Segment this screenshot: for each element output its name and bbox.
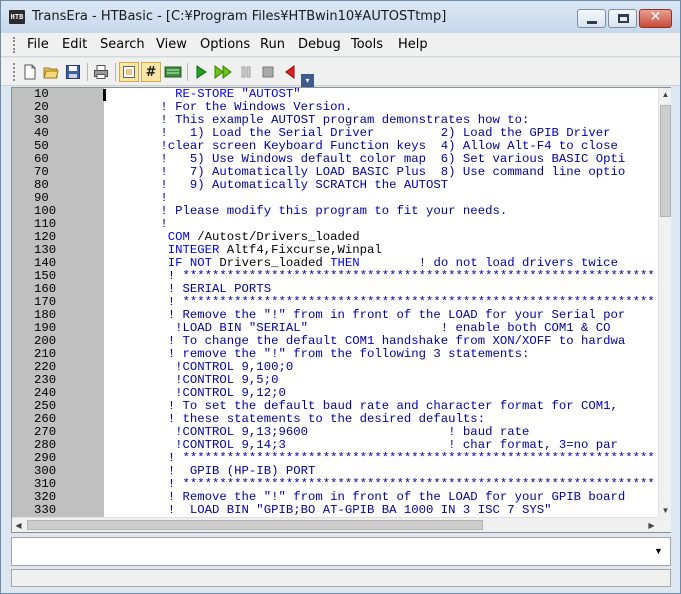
maximize-button[interactable] [608, 9, 637, 28]
horizontal-scrollbar[interactable]: ◀ ▶ [12, 517, 658, 532]
new-file-button[interactable] [20, 62, 40, 82]
stop-button[interactable] [258, 62, 278, 82]
code-line[interactable]: 290 ! **********************************… [12, 452, 658, 465]
menu-file[interactable]: File [27, 37, 49, 52]
code-line[interactable]: 210 ! remove the "!" from the following … [12, 348, 658, 361]
text-cursor [103, 89, 106, 101]
vertical-scrollbar[interactable]: ▲ ▼ [658, 88, 671, 517]
run-button[interactable] [191, 62, 211, 82]
code-text: ! 9) Automatically SCRATCH the AUTOST [153, 178, 449, 192]
save-button[interactable] [63, 62, 83, 82]
code-editor[interactable]: 10 RE-STORE "AUTOST" 20 ! For the Windows… [11, 87, 671, 533]
code-line[interactable]: 80 ! 9) Automatically SCRATCH the AUTOST [12, 179, 658, 192]
run-icon [196, 65, 207, 79]
toolbar-separator [87, 63, 88, 81]
command-input[interactable] [16, 544, 636, 560]
window-title: TransEra - HTBasic - [C:¥Program Files¥H… [32, 9, 447, 24]
app-window: HTB TransEra - HTBasic - [C:¥Program Fil… [0, 0, 681, 594]
menu-grip-handle[interactable] [13, 37, 16, 53]
open-folder-icon [43, 67, 59, 79]
save-disk-icon [66, 65, 80, 79]
toolbar-separator [187, 63, 188, 81]
code-area[interactable]: 10 RE-STORE "AUTOST" 20 ! For the Windows… [12, 88, 658, 517]
code-rest: /Autost/Drivers_loaded [189, 230, 360, 244]
scroll-left-arrow-icon[interactable]: ◀ [12, 518, 25, 533]
print-button[interactable] [91, 62, 111, 82]
keyboard-button[interactable] [163, 62, 183, 82]
menu-edit[interactable]: Edit [62, 37, 87, 52]
toolbar-overflow-chevron-icon[interactable]: ▾ [301, 74, 314, 87]
code-keyword: COM [167, 230, 190, 244]
print-icon [94, 65, 108, 79]
menu-search[interactable]: Search [100, 37, 145, 52]
code-rest: Altf4,Fixcurse,Winpal [219, 243, 382, 257]
close-icon: ✕ [649, 9, 662, 25]
open-button[interactable] [41, 62, 61, 82]
menu-help[interactable]: Help [398, 37, 428, 52]
line-numbers-icon: # [145, 64, 157, 80]
pause-icon [241, 66, 251, 78]
maximize-icon [618, 14, 629, 23]
code-line[interactable]: 150 ! **********************************… [12, 270, 658, 283]
continue-button[interactable] [213, 62, 233, 82]
title-bar[interactable]: HTB TransEra - HTBasic - [C:¥Program Fil… [1, 1, 680, 33]
toolbar-grip-handle[interactable] [13, 63, 16, 81]
new-file-icon [24, 64, 36, 80]
vertical-scroll-thumb[interactable] [660, 105, 671, 217]
minimize-icon [587, 21, 597, 24]
continue-icon [214, 65, 232, 79]
menu-view[interactable]: View [156, 37, 187, 52]
menu-debug[interactable]: Debug [298, 37, 341, 52]
scroll-up-arrow-icon[interactable]: ▲ [659, 88, 672, 101]
code-line[interactable]: 220 !CONTROL 9,100;0 [12, 361, 658, 374]
edit-mode-button[interactable] [119, 62, 139, 82]
code-text: ! LOAD BIN "GPIB;BO AT-GPIB BA 1000 IN 3… [153, 503, 552, 517]
edit-mode-icon [123, 66, 135, 78]
stop-icon [262, 66, 274, 78]
app-logo-icon[interactable]: HTB [9, 10, 25, 24]
command-line[interactable]: ▼ [11, 537, 671, 566]
toolbar: # ▾ [1, 58, 680, 87]
code-line[interactable]: 100 ! Please modify this program to fit … [12, 205, 658, 218]
horizontal-scroll-thumb[interactable] [27, 520, 483, 530]
line-number: 330 [34, 503, 57, 517]
menu-run[interactable]: Run [260, 37, 285, 52]
scroll-down-arrow-icon[interactable]: ▼ [659, 504, 672, 517]
step-back-icon [285, 65, 295, 79]
status-bar [11, 569, 671, 587]
menu-tools[interactable]: Tools [351, 37, 383, 52]
line-numbers-button[interactable]: # [141, 62, 161, 82]
pause-button[interactable] [236, 62, 256, 82]
code-line[interactable]: 330 ! LOAD BIN "GPIB;BO AT-GPIB BA 1000 … [12, 504, 658, 517]
code-keyword: INTEGER [167, 243, 220, 257]
scroll-right-arrow-icon[interactable]: ▶ [645, 518, 658, 533]
scrollbar-corner [658, 517, 671, 532]
code-line[interactable]: 230 !CONTROL 9,5;0 [12, 374, 658, 387]
minimize-button[interactable] [577, 9, 606, 28]
toolbar-separator [115, 63, 116, 81]
menu-bar: File Edit Search View Options Run Debug … [1, 33, 680, 57]
close-button[interactable]: ✕ [639, 9, 672, 28]
keyboard-icon [164, 66, 182, 78]
step-back-button[interactable] [280, 62, 300, 82]
code-text: ! Please modify this program to fit your… [153, 204, 508, 218]
menu-options[interactable]: Options [200, 37, 250, 52]
command-history-dropdown-icon[interactable]: ▼ [654, 546, 663, 556]
